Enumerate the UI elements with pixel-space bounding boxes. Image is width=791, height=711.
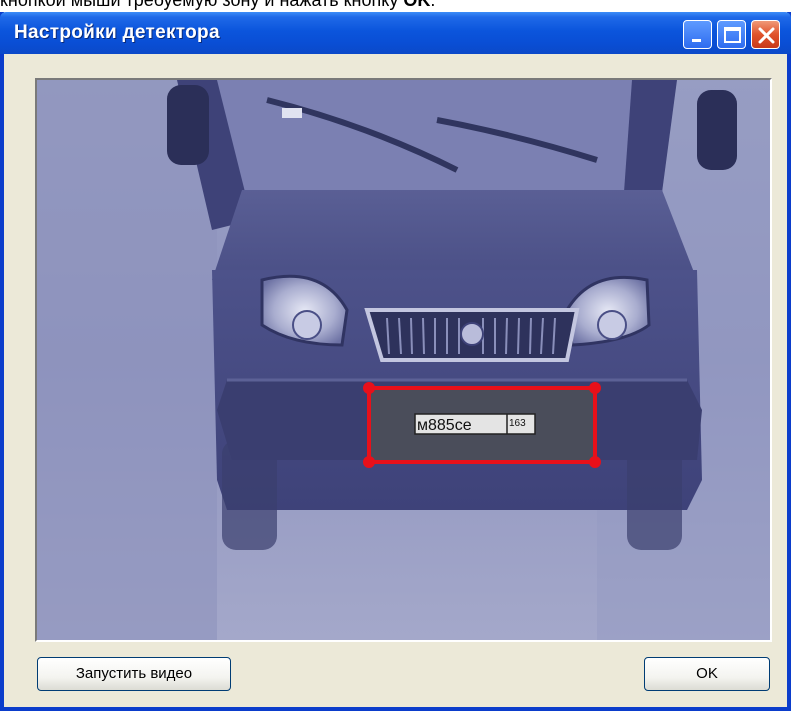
instruction-text-end: . <box>430 0 436 10</box>
title-bar[interactable]: Настройки детектора <box>0 12 791 54</box>
instruction-text-normal: кнопкой мыши требуемую зону и нажать кно… <box>0 0 404 10</box>
plate-region: 163 <box>509 418 526 429</box>
zone-handle-bottom-left[interactable] <box>363 456 375 468</box>
zone-handle-top-left[interactable] <box>363 382 375 394</box>
video-preview[interactable]: м885се 163 <box>35 78 772 642</box>
minimize-button[interactable] <box>683 20 712 49</box>
instruction-text: кнопкой мыши требуемую зону и нажать кно… <box>0 0 791 12</box>
zone-handle-top-right[interactable] <box>589 382 601 394</box>
instruction-text-bold: OK <box>403 0 431 10</box>
close-button[interactable] <box>751 20 780 49</box>
maximize-button[interactable] <box>717 20 746 49</box>
start-video-button[interactable]: Запустить видео <box>37 657 231 691</box>
video-image: м885се 163 <box>37 80 770 640</box>
ok-button[interactable]: OK <box>644 657 770 691</box>
maximize-icon <box>724 27 741 43</box>
plate-number: м885се <box>417 417 472 434</box>
close-icon <box>758 27 775 44</box>
zone-handle-bottom-right[interactable] <box>589 456 601 468</box>
minimize-icon <box>692 39 701 42</box>
window-title: Настройки детектора <box>14 22 220 43</box>
